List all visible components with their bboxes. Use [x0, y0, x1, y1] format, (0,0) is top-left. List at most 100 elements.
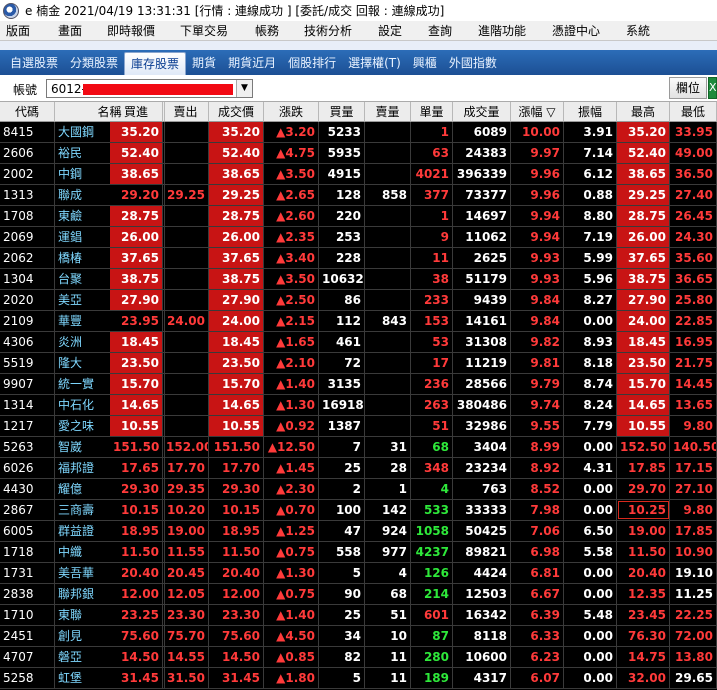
chevron-down-icon[interactable]: ▼ — [236, 80, 252, 97]
cell-bid: 23.25 — [110, 605, 163, 625]
cell-code: 8415 — [0, 122, 55, 142]
menu-advanced[interactable]: 進階功能 — [478, 21, 526, 41]
tab-options[interactable]: 選擇權(T) — [342, 52, 407, 75]
cell-change: ▲3.50 — [264, 269, 319, 289]
column-header-volume[interactable]: 成交量 — [453, 102, 511, 122]
column-header-change-pct[interactable]: 漲幅 ▽ — [511, 102, 564, 122]
cell-code: 1710 — [0, 605, 55, 625]
table-row[interactable]: 2020 美亞 27.90 27.90 ▲2.50 86 233 9439 9.84 8.27 27… — [0, 290, 717, 311]
table-row[interactable]: 2109 華豐 23.95 24.00 24.00 ▲2.15 112 843 153 14161… — [0, 311, 717, 332]
cell-price: 12.00 — [209, 584, 264, 604]
menu-realtime-quotes[interactable]: 即時報價 — [107, 21, 155, 41]
cell-bid-qty: 5 — [319, 563, 365, 583]
table-row[interactable]: 1710 東聯 23.25 23.30 23.30 ▲1.40 25 51 601 16342 6.… — [0, 605, 717, 626]
column-header-ask[interactable]: 賣出 — [163, 102, 209, 122]
column-header-unit-qty[interactable]: 單量 — [411, 102, 453, 122]
cell-ask: 14.55 — [163, 647, 209, 667]
table-row[interactable]: 5519 隆大 23.50 23.50 ▲2.10 72 17 11219 9.81 8.18 23… — [0, 353, 717, 374]
tab-watchlist[interactable]: 自選股票 — [4, 52, 64, 75]
menu-account[interactable]: 帳務 — [255, 21, 279, 41]
table-row[interactable]: 4707 磐亞 14.50 14.55 14.50 ▲0.85 82 11 280 10600 6.… — [0, 647, 717, 668]
table-row[interactable]: 2069 運錩 26.00 26.00 ▲2.35 253 9 11062 9.94 7.19 26… — [0, 227, 717, 248]
cell-high: 27.90 — [617, 290, 670, 310]
column-header-amplitude[interactable]: 振幅 — [564, 102, 617, 122]
table-row[interactable]: 5263 智崴 151.50 152.00 151.50 ▲12.50 7 31 68 3404 8… — [0, 437, 717, 458]
cell-volume: 28566 — [453, 374, 511, 394]
table-row[interactable]: 8415 大國鋼 35.20 35.20 ▲3.20 5233 1 6089 10.00 3.91… — [0, 122, 717, 143]
table-row[interactable]: 1313 聯成 29.20 29.25 29.25 ▲2.65 128 858 377 73377… — [0, 185, 717, 206]
account-select[interactable]: 6012- ▼ — [46, 79, 253, 98]
cell-change-pct: 9.82 — [511, 332, 564, 352]
column-header-low[interactable]: 最低 — [670, 102, 717, 122]
tab-category-stocks[interactable]: 分類股票 — [64, 52, 124, 75]
menu-layout[interactable]: 版面 — [6, 21, 30, 41]
table-row[interactable]: 1304 台聚 38.75 38.75 ▲3.50 10632 38 51179 9.93 5.9… — [0, 269, 717, 290]
column-header-bid[interactable]: 買進 — [110, 102, 163, 122]
menu-order-trade[interactable]: 下單交易 — [180, 21, 228, 41]
cell-ask-qty: 924 — [365, 521, 411, 541]
cell-price: 151.50 — [209, 437, 264, 457]
column-header-bid-qty[interactable]: 買量 — [319, 102, 365, 122]
cell-code: 5258 — [0, 668, 55, 688]
cell-change: ▲0.92 — [264, 416, 319, 436]
menu-system[interactable]: 系統 — [626, 21, 650, 41]
menu-technical-analysis[interactable]: 技術分析 — [304, 21, 352, 41]
table-row[interactable]: 5258 虹堡 31.45 31.50 31.45 ▲1.80 5 11 189 4317 6.07… — [0, 668, 717, 689]
cell-price: 14.65 — [209, 395, 264, 415]
cell-amplitude: 0.00 — [564, 668, 617, 688]
tab-futures[interactable]: 期貨 — [186, 52, 222, 75]
cell-unit-qty: 87 — [411, 626, 453, 646]
table-row[interactable]: 1708 東鹼 28.75 28.75 ▲2.60 220 1 14697 9.94 8.80 28… — [0, 206, 717, 227]
cell-price: 37.65 — [209, 248, 264, 268]
tab-stock-ranking[interactable]: 個股排行 — [282, 52, 342, 75]
tab-inventory-stocks[interactable]: 庫存股票 — [124, 52, 187, 75]
menu-screen[interactable]: 畫面 — [58, 21, 82, 41]
cell-change: ▲2.35 — [264, 227, 319, 247]
cell-unit-qty: 51 — [411, 416, 453, 436]
column-header-price[interactable]: 成交價 — [209, 102, 264, 122]
table-row[interactable]: 2451 創見 75.60 75.70 75.60 ▲4.50 34 10 87 8118 6.33… — [0, 626, 717, 647]
column-header-high[interactable]: 最高 — [617, 102, 670, 122]
cell-high: 52.40 — [617, 143, 670, 163]
table-row[interactable]: 1731 美吾華 20.40 20.45 20.40 ▲1.30 5 4 126 4424 6.81… — [0, 563, 717, 584]
tab-futures-near-month[interactable]: 期貨近月 — [222, 52, 282, 75]
cell-bid-qty: 128 — [319, 185, 365, 205]
cell-change: ▲1.30 — [264, 395, 319, 415]
columns-button[interactable]: 欄位 — [669, 77, 707, 99]
menu-settings[interactable]: 設定 — [378, 21, 402, 41]
cell-code: 2069 — [0, 227, 55, 247]
cell-price: 20.40 — [209, 563, 264, 583]
cell-high: 18.45 — [617, 332, 670, 352]
cell-volume: 9439 — [453, 290, 511, 310]
tab-foreign-index[interactable]: 外國指數 — [443, 52, 503, 75]
cell-volume: 2625 — [453, 248, 511, 268]
table-row[interactable]: 4430 耀億 29.30 29.35 29.30 ▲2.30 2 1 4 763 8.52 0.00… — [0, 479, 717, 500]
column-header-ask-qty[interactable]: 賣量 — [365, 102, 411, 122]
table-row[interactable]: 2838 聯邦銀 12.00 12.05 12.00 ▲0.75 90 68 214 12503 6… — [0, 584, 717, 605]
table-row[interactable]: 2002 中鋼 38.65 38.65 ▲3.50 4915 4021 396339 9.96 6… — [0, 164, 717, 185]
cell-unit-qty: 601 — [411, 605, 453, 625]
table-row[interactable]: 1217 愛之味 10.55 10.55 ▲0.92 1387 51 32986 9.55 7.7… — [0, 416, 717, 437]
column-header-change[interactable]: 漲跌 — [264, 102, 319, 122]
cell-unit-qty: 348 — [411, 458, 453, 478]
cell-high: 28.75 — [617, 206, 670, 226]
table-row[interactable]: 9907 統一實 15.70 15.70 ▲1.40 3135 236 28566 9.79 8.… — [0, 374, 717, 395]
table-row[interactable]: 6026 福邦證 17.65 17.70 17.70 ▲1.45 25 28 348 23234 8… — [0, 458, 717, 479]
table-row[interactable]: 2606 裕民 52.40 52.40 ▲4.75 5935 63 24383 9.97 7.14… — [0, 143, 717, 164]
cell-amplitude: 0.00 — [564, 647, 617, 667]
cell-ask-qty: 4 — [365, 563, 411, 583]
column-header-code[interactable]: 代碼 — [0, 102, 55, 122]
table-row[interactable]: 1314 中石化 14.65 14.65 ▲1.30 16918 263 380486 9.74… — [0, 395, 717, 416]
cell-ask: 29.35 — [163, 479, 209, 499]
table-row[interactable]: 2867 三商壽 10.15 10.20 10.15 ▲0.70 100 142 533 3333… — [0, 500, 717, 521]
cell-bid: 14.50 — [110, 647, 163, 667]
table-row[interactable]: 2062 橋椿 37.65 37.65 ▲3.40 228 11 2625 9.93 5.99 37… — [0, 248, 717, 269]
cell-amplitude: 0.00 — [564, 584, 617, 604]
menu-query[interactable]: 查詢 — [428, 21, 452, 41]
tab-emerging[interactable]: 興櫃 — [407, 52, 443, 75]
excel-export-icon[interactable]: X — [708, 77, 717, 99]
table-row[interactable]: 4306 炎洲 18.45 18.45 ▲1.65 461 53 31308 9.82 8.93 1… — [0, 332, 717, 353]
table-row[interactable]: 6005 群益證 18.95 19.00 18.95 ▲1.25 47 924 1058 5042… — [0, 521, 717, 542]
table-row[interactable]: 1718 中纖 11.50 11.55 11.50 ▲0.75 558 977 4237 8982… — [0, 542, 717, 563]
menu-certificate-center[interactable]: 憑證中心 — [552, 21, 600, 41]
